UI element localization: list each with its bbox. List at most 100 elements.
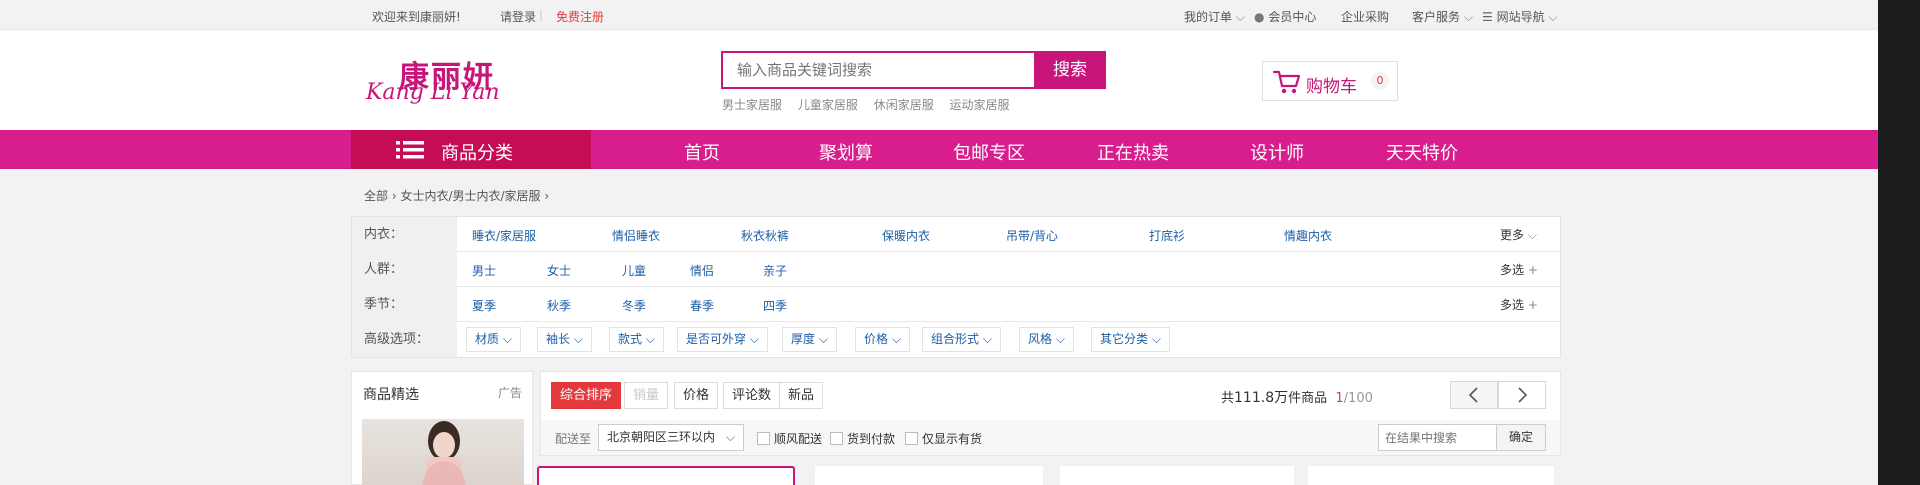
option-label: 其它分类: [1100, 332, 1149, 346]
hotword-link[interactable]: 休闲家居服: [874, 98, 934, 112]
main-nav: 商品分类 首页 聚划算 包邮专区 正在热卖 设计师 天天特价: [0, 130, 1878, 169]
header: 康丽妍 Kang Li Yan 搜索 男士家居服 儿童家居服 休闲家居服 运动家…: [0, 30, 1878, 130]
filter-option[interactable]: 男士: [472, 262, 496, 279]
sort-comprehensive-button[interactable]: 综合排序: [551, 382, 622, 409]
sort-price-button[interactable]: 价格: [674, 382, 719, 409]
option-label: 款式: [618, 332, 643, 346]
hotword-link[interactable]: 男士家居服: [722, 98, 782, 112]
filter-option[interactable]: 睡衣/家居服: [472, 227, 536, 244]
multi-label: 多选: [1500, 298, 1525, 312]
sort-sales-button[interactable]: 销量: [624, 382, 669, 409]
count-suffix: 件商品: [1288, 391, 1328, 406]
chevron-down-icon: ⌵: [725, 430, 735, 444]
filter-option[interactable]: 保暖内衣: [882, 227, 930, 244]
advanced-option-dropdown[interactable]: 厚度 ⌵: [782, 327, 837, 352]
delivery-area-select[interactable]: 北京朝阳区三环以内 ⌵: [598, 424, 744, 451]
divider: |: [539, 8, 544, 22]
category-menu-button[interactable]: 商品分类: [351, 130, 591, 169]
model-photo: [422, 421, 466, 485]
register-link[interactable]: 免费注册: [556, 8, 604, 25]
nav-item-designer[interactable]: 设计师: [1250, 139, 1304, 165]
sort-new-button[interactable]: 新品: [779, 382, 824, 409]
enterprise-link[interactable]: 企业采购: [1341, 8, 1389, 25]
featured-product-image[interactable]: [362, 419, 524, 485]
plus-icon: +: [1524, 263, 1538, 277]
count-value: 111.8万: [1234, 390, 1289, 406]
in-stock-checkbox[interactable]: 仅显示有货: [905, 430, 982, 447]
chevron-down-icon: ⌵: [1544, 10, 1558, 24]
filter-option[interactable]: 春季: [690, 297, 714, 314]
top-bar: 欢迎来到康丽妍! 请登录 | 免费注册 我的订单 ⌵ ● 会员中心 企业采购 客…: [0, 0, 1878, 30]
chevron-down-icon: ⌵: [982, 332, 992, 346]
user-icon: ●: [1254, 10, 1265, 24]
cart-count-badge: 0: [1371, 72, 1389, 90]
member-center-link[interactable]: ● 会员中心: [1254, 8, 1316, 25]
checkbox-icon: [905, 432, 918, 445]
sitemap-menu[interactable]: ☰ 网站导航 ⌵: [1482, 8, 1558, 25]
logo-english[interactable]: Kang Li Yan: [366, 80, 500, 105]
nav-item-hot-sale[interactable]: 正在热卖: [1097, 139, 1169, 165]
filter-option[interactable]: 四季: [763, 297, 787, 314]
multi-select-button[interactable]: 多选 +: [1494, 260, 1546, 280]
member-label: 会员中心: [1268, 10, 1317, 24]
login-link[interactable]: 请登录: [500, 8, 536, 25]
filter-option[interactable]: 秋季: [547, 297, 571, 314]
filter-option[interactable]: 情侣: [690, 262, 714, 279]
nav-item-home[interactable]: 首页: [684, 139, 720, 165]
advanced-option-dropdown[interactable]: 袖长 ⌵: [537, 327, 592, 352]
confirm-button[interactable]: 确定: [1496, 424, 1546, 451]
checkbox-icon: [830, 432, 843, 445]
breadcrumb-category[interactable]: 女士内衣/男士内衣/家居服: [400, 189, 540, 203]
breadcrumb-all[interactable]: 全部: [364, 189, 388, 203]
filter-option[interactable]: 吊带/背心: [1006, 227, 1058, 244]
advanced-option-dropdown[interactable]: 是否可外穿 ⌵: [677, 327, 768, 352]
advanced-option-dropdown[interactable]: 材质 ⌵: [466, 327, 521, 352]
my-orders-menu[interactable]: 我的订单 ⌵: [1184, 8, 1245, 25]
filter-option[interactable]: 女士: [547, 262, 571, 279]
filter-option[interactable]: 情趣内衣: [1284, 227, 1332, 244]
cod-checkbox[interactable]: 货到付款: [830, 430, 895, 447]
nav-item-group-buy[interactable]: 聚划算: [819, 139, 873, 165]
filter-option[interactable]: 打底衫: [1149, 227, 1185, 244]
product-card[interactable]: [815, 466, 1043, 485]
chevron-down-icon: ⌵: [1151, 332, 1161, 346]
multi-select-button[interactable]: 多选 +: [1494, 295, 1546, 315]
search-button[interactable]: 搜索: [1034, 51, 1106, 89]
nav-item-daily-deals[interactable]: 天天特价: [1386, 139, 1458, 165]
sf-express-checkbox[interactable]: 顺风配送: [757, 430, 822, 447]
product-card[interactable]: [1060, 466, 1294, 485]
more-button[interactable]: 更多 ⌵: [1494, 225, 1546, 245]
cart-label: 购物车: [1306, 77, 1357, 97]
cart-icon: [1273, 70, 1301, 94]
advanced-option-dropdown[interactable]: 其它分类 ⌵: [1091, 327, 1170, 352]
filter-option[interactable]: 儿童: [622, 262, 646, 279]
hotword-link[interactable]: 运动家居服: [950, 98, 1010, 112]
cart-button[interactable]: 购物车 0: [1262, 61, 1398, 101]
filter-option[interactable]: 秋衣秋裤: [741, 227, 789, 244]
next-page-button[interactable]: [1498, 381, 1546, 409]
advanced-option-dropdown[interactable]: 价格 ⌵: [855, 327, 910, 352]
nav-item-free-shipping[interactable]: 包邮专区: [953, 139, 1025, 165]
search-input[interactable]: [723, 53, 1034, 87]
filter-option[interactable]: 夏季: [472, 297, 496, 314]
sort-reviews-button[interactable]: 评论数: [723, 382, 781, 409]
result-count: 共111.8万件商品 1/100: [1221, 387, 1373, 407]
chevron-down-icon: ⌵: [1460, 10, 1473, 24]
hotword-link[interactable]: 儿童家居服: [798, 98, 858, 112]
prev-page-button[interactable]: [1450, 381, 1498, 409]
option-label: 组合形式: [931, 332, 980, 346]
filter-option[interactable]: 亲子: [763, 262, 787, 279]
ad-label: 广告: [497, 386, 522, 400]
service-menu[interactable]: 客户服务 ⌵: [1412, 8, 1473, 25]
chevron-down-icon: ⌵: [749, 332, 759, 346]
advanced-option-dropdown[interactable]: 风格 ⌵: [1019, 327, 1074, 352]
search-within-input[interactable]: [1379, 425, 1497, 450]
filter-option[interactable]: 情侣睡衣: [612, 227, 660, 244]
advanced-option-dropdown[interactable]: 组合形式 ⌵: [922, 327, 1001, 352]
product-card[interactable]: [537, 466, 795, 485]
product-card[interactable]: [1308, 466, 1554, 485]
sidebar-title: 商品精选: [363, 387, 419, 403]
chevron-down-icon: ⌵: [1055, 332, 1065, 346]
filter-option[interactable]: 冬季: [622, 297, 646, 314]
advanced-option-dropdown[interactable]: 款式 ⌵: [609, 327, 664, 352]
